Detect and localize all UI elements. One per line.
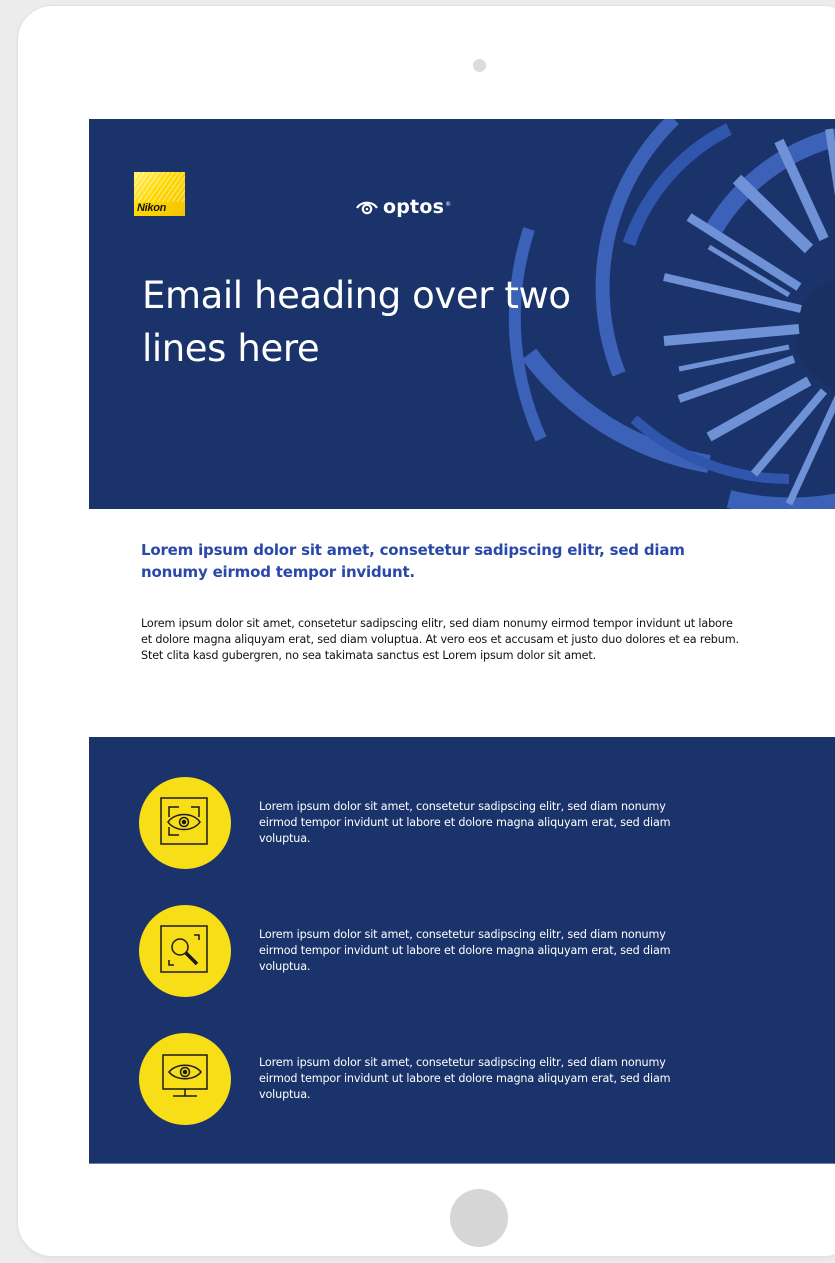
email-heading: Email heading over two lines here [142, 274, 571, 370]
intro-section: Lorem ipsum dolor sit amet, consetetur s… [89, 509, 835, 737]
intro-body-text: Lorem ipsum dolor sit amet, consetetur s… [141, 617, 739, 662]
hero-banner: Nikon optos ® Email heading over two lin… [89, 119, 835, 509]
optos-eye-icon [356, 201, 378, 215]
feature-item: Lorem ipsum dolor sit amet, consetetur s… [139, 777, 835, 869]
camera-dot [473, 59, 486, 72]
magnifier-scan-icon [139, 905, 231, 997]
feature-text: Lorem ipsum dolor sit amet, consetetur s… [259, 1056, 671, 1101]
feature-item: Lorem ipsum dolor sit amet, consetetur s… [139, 1033, 835, 1125]
feature-item: Lorem ipsum dolor sit amet, consetetur s… [139, 905, 835, 997]
tablet-frame: Nikon optos ® Email heading over two lin… [18, 6, 835, 1256]
nikon-wordmark: Nikon [137, 202, 167, 214]
optos-logo: optos ® [355, 194, 451, 220]
optos-registered-mark: ® [445, 200, 452, 208]
features-section: Lorem ipsum dolor sit amet, consetetur s… [89, 737, 835, 1164]
nikon-logo: Nikon [134, 172, 185, 216]
email-screen: Nikon optos ® Email heading over two lin… [89, 119, 835, 1164]
home-button[interactable] [450, 1189, 508, 1247]
eye-monitor-icon [139, 1033, 231, 1125]
feature-text: Lorem ipsum dolor sit amet, consetetur s… [259, 928, 671, 973]
optos-wordmark: optos [383, 196, 445, 218]
nikon-logo-rays [134, 172, 185, 202]
feature-text: Lorem ipsum dolor sit amet, consetetur s… [259, 800, 671, 845]
intro-lead-text: Lorem ipsum dolor sit amet, consetetur s… [141, 541, 685, 581]
eye-scan-icon [139, 777, 231, 869]
